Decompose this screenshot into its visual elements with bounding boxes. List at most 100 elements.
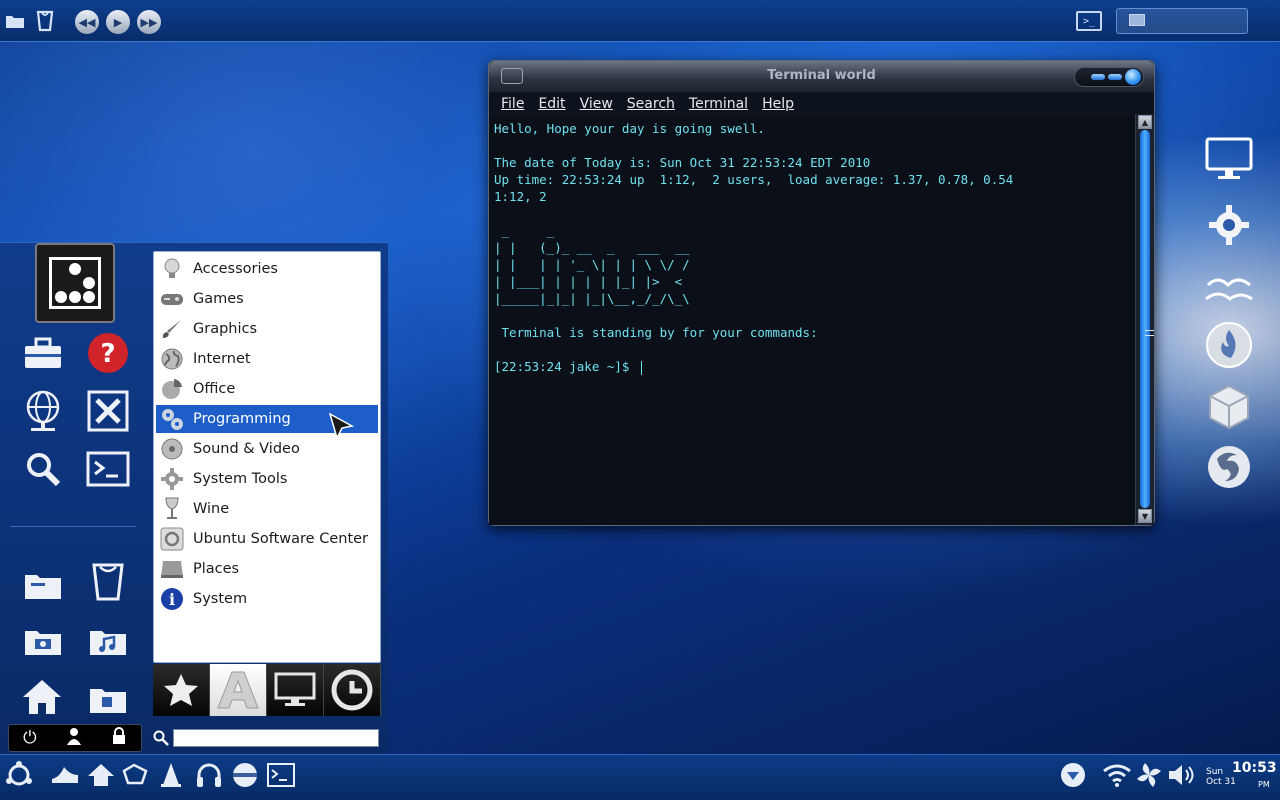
ubuntu-logo-icon[interactable] — [4, 760, 34, 790]
menu-edit[interactable]: Edit — [538, 96, 565, 112]
documents-folder-icon[interactable] — [20, 562, 66, 608]
minimize-button[interactable] — [1091, 74, 1105, 80]
terminal-prompt-line[interactable]: [22:53:24 jake ~]$ — [494, 358, 1130, 375]
headphones-icon[interactable] — [194, 760, 224, 790]
openoffice-gulls-icon[interactable] — [1202, 262, 1256, 316]
monitor-icon[interactable] — [1202, 132, 1256, 186]
close-button[interactable] — [1125, 69, 1141, 85]
menu-search[interactable]: Search — [627, 96, 675, 112]
terminal-app-icon[interactable] — [85, 446, 131, 492]
terminal-icon[interactable]: >_ — [1076, 11, 1102, 31]
network-globe-icon[interactable] — [20, 388, 66, 434]
update-arrow-icon[interactable] — [1058, 760, 1088, 790]
bird-launcher-icon[interactable] — [86, 760, 116, 790]
trash-icon[interactable] — [34, 9, 56, 33]
folder-icon[interactable] — [4, 10, 26, 32]
session-bar: ⏻ — [8, 724, 142, 752]
search-small-icon — [151, 728, 171, 748]
category-label: Ubuntu Software Center — [193, 531, 369, 547]
search-icon[interactable] — [20, 446, 66, 492]
lightbulb-icon — [159, 256, 185, 282]
flame-icon[interactable] — [1202, 318, 1256, 372]
music-folder-icon[interactable] — [85, 618, 131, 664]
brush-icon — [159, 316, 185, 342]
app-logo[interactable] — [35, 243, 115, 323]
category-office[interactable]: Office — [156, 375, 378, 403]
toolbox-icon[interactable] — [20, 330, 66, 376]
terminal-window[interactable]: Terminal world File Edit View Search Ter… — [488, 60, 1155, 526]
category-label: Games — [193, 291, 244, 307]
wine-glass-icon — [159, 496, 185, 522]
globe-icon — [159, 346, 185, 372]
tools-icon[interactable] — [85, 388, 131, 434]
menu-terminal[interactable]: Terminal — [689, 96, 748, 112]
scroll-down-arrow-icon[interactable]: ▼ — [1138, 509, 1152, 523]
category-list: Accessories Games Graphics Internet Offi… — [153, 251, 381, 663]
category-internet[interactable]: Internet — [156, 345, 378, 373]
terminal-line: | | | | '_ \| | | \ \/ / — [494, 257, 690, 272]
terminal-line: | |___| | | | | |_| |> < — [494, 274, 683, 289]
scrollbar-thumb[interactable] — [1140, 130, 1154, 508]
favorites-tab[interactable] — [153, 664, 210, 716]
category-graphics[interactable]: Graphics — [156, 315, 378, 343]
wifi-icon[interactable] — [1102, 760, 1132, 790]
cone-launcher-icon[interactable] — [156, 760, 186, 790]
top-panel: ◀◀ ▶ ▶▶ >_ — [0, 0, 1280, 42]
play-icon[interactable]: ▶ — [106, 10, 130, 34]
gem-launcher-icon[interactable] — [120, 760, 150, 790]
clock-time[interactable]: 10:53 — [1232, 760, 1277, 776]
category-ubuntu-software-center[interactable]: Ubuntu Software Center — [156, 525, 378, 553]
terminal-line: 1:12, 2 — [494, 189, 547, 204]
settings-gear-icon[interactable] — [1202, 198, 1256, 252]
virtualbox-cube-icon[interactable] — [1202, 380, 1256, 434]
category-accessories[interactable]: Accessories — [156, 255, 378, 283]
terminal-scrollbar[interactable]: ▲ ▼ — [1135, 114, 1154, 525]
downloads-folder-icon[interactable] — [85, 676, 131, 722]
shoe-launcher-icon[interactable] — [50, 760, 80, 790]
star-icon — [164, 674, 198, 706]
applications-tab[interactable] — [210, 664, 267, 716]
volume-icon[interactable] — [1166, 760, 1196, 790]
previous-icon[interactable]: ◀◀ — [75, 10, 99, 34]
menu-help[interactable]: Help — [762, 96, 794, 112]
category-system-tools[interactable]: System Tools — [156, 465, 378, 493]
scroll-up-arrow-icon[interactable]: ▲ — [1138, 115, 1152, 129]
menu-view[interactable]: View — [580, 96, 613, 112]
menu-file[interactable]: File — [501, 96, 524, 112]
lock-icon[interactable] — [111, 726, 127, 750]
pictures-folder-icon[interactable] — [20, 618, 66, 664]
category-label: Office — [193, 381, 236, 397]
category-label: Sound & Video — [193, 441, 300, 457]
terminal-output[interactable]: Hello, Hope your day is going swell. The… — [489, 116, 1135, 525]
category-games[interactable]: Games — [156, 285, 378, 313]
recent-tab[interactable] — [324, 664, 381, 716]
terminal-titlebar[interactable]: Terminal world — [489, 61, 1154, 92]
home-icon[interactable] — [19, 674, 65, 720]
category-label: Places — [193, 561, 240, 577]
category-label: Internet — [193, 351, 251, 367]
terminal-line: Hello, Hope your day is going swell. — [494, 121, 765, 136]
category-places[interactable]: Places — [156, 555, 378, 583]
user-icon[interactable] — [65, 727, 83, 750]
category-wine[interactable]: Wine — [156, 495, 378, 523]
terminal-launcher-icon[interactable] — [266, 760, 296, 790]
menu-divider — [10, 526, 136, 527]
category-label: Wine — [193, 501, 230, 517]
svg-text:i: i — [169, 590, 175, 609]
pinwheel-icon[interactable] — [1134, 760, 1164, 790]
computer-tab[interactable] — [267, 664, 324, 716]
disc-launcher-icon[interactable] — [230, 760, 260, 790]
next-icon[interactable]: ▶▶ — [137, 10, 161, 34]
maximize-button[interactable] — [1108, 74, 1122, 80]
trash-bin-icon[interactable] — [85, 558, 131, 604]
category-system[interactable]: i System — [156, 585, 378, 613]
recent-icon — [331, 669, 373, 711]
firefox-icon[interactable] — [1202, 440, 1256, 494]
help-icon[interactable]: ? — [85, 330, 131, 376]
terminal-menubar: File Edit View Search Terminal Help — [489, 92, 1154, 116]
places-icon — [159, 556, 185, 582]
menu-search-input[interactable] — [173, 729, 379, 747]
power-icon[interactable]: ⏻ — [23, 728, 36, 748]
terminal-line: |_____|_|_| |_|\__,_/_/\_\ — [494, 291, 690, 306]
window-list[interactable] — [1116, 8, 1248, 34]
